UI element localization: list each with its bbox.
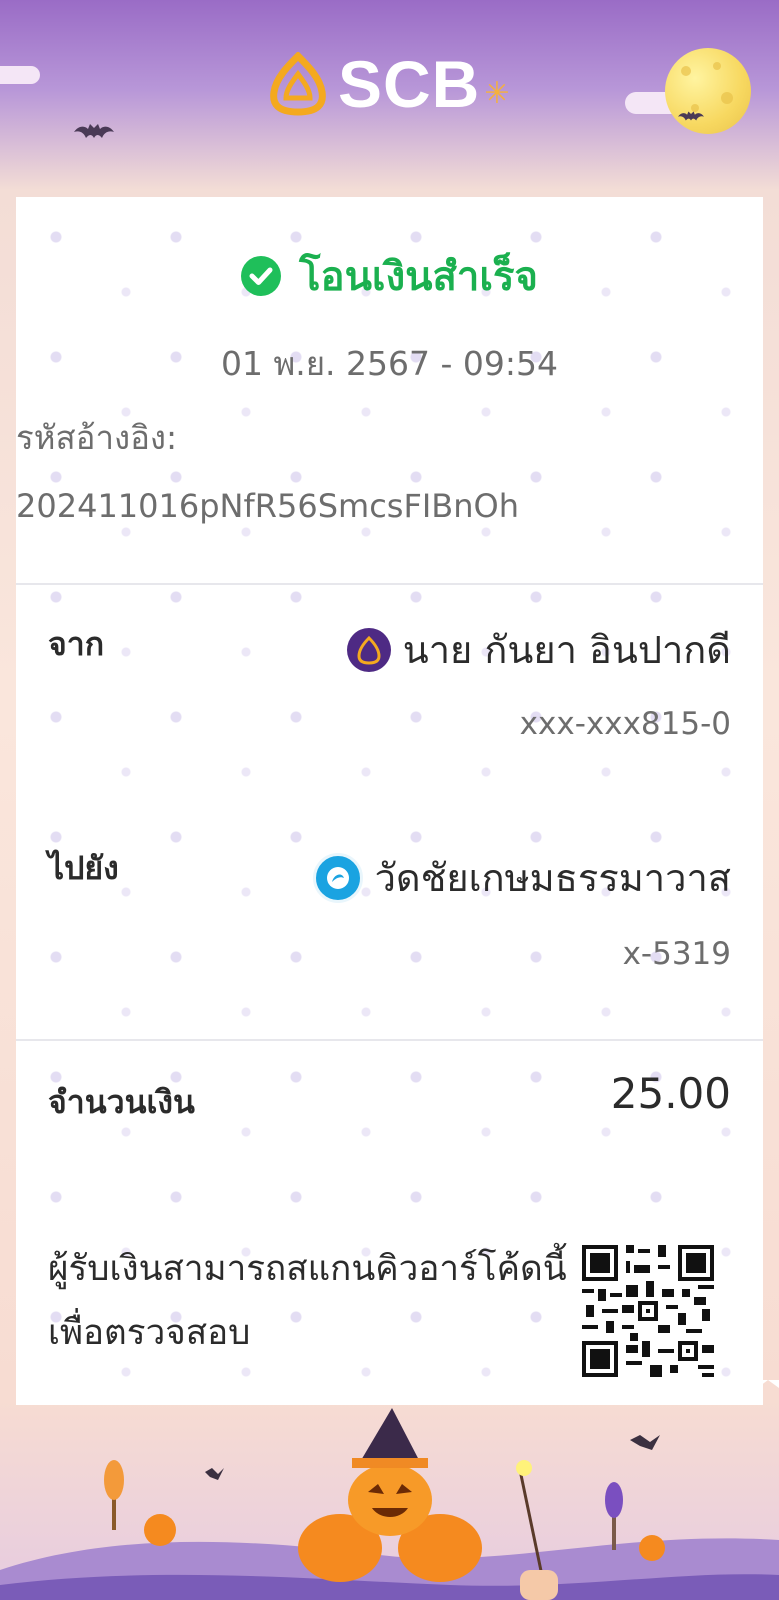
- to-name: วัดชัยเกษมธรรมาวาส: [374, 856, 731, 900]
- bat-icon: [678, 111, 704, 121]
- divider: [16, 1039, 763, 1041]
- reference-label: รหัสอ้างอิง:: [16, 418, 178, 457]
- scb-bank-icon: [346, 627, 391, 672]
- cloud-icon: [0, 66, 40, 84]
- to-account-number: x-5319: [622, 936, 731, 972]
- scb-logo: SCB ✳: [268, 47, 510, 121]
- header: SCB ✳: [0, 0, 779, 200]
- divider: [16, 583, 763, 585]
- pumpkin-icon: [639, 1535, 665, 1561]
- scb-logo-icon: [270, 52, 326, 116]
- brand-star-icon: ✳: [484, 75, 510, 111]
- status-row: โอนเงินสำเร็จ: [16, 244, 763, 308]
- receipt-card: โอนเงินสำเร็จ 01 พ.ย. 2567 - 09:54 รหัสอ…: [16, 197, 763, 1405]
- qr-verify-note: ผู้รับเงินสามารถสแกนคิวอาร์โค้ดนี้เพื่อต…: [48, 1249, 567, 1353]
- from-name: นาย กันยา อินปากดี: [402, 628, 731, 672]
- from-account-number: xxx-xxx815-0: [519, 706, 731, 742]
- from-account-block: นาย กันยา อินปากดี xxx-xxx815-0: [346, 619, 731, 742]
- bat-icon: [74, 124, 114, 138]
- to-label: ไปยัง: [48, 849, 119, 887]
- halloween-footer-illustration: [0, 1380, 779, 1600]
- status-text: โอนเงินสำเร็จ: [299, 254, 538, 300]
- verification-qr-code[interactable]: [582, 1245, 714, 1377]
- to-account-block: วัดชัยเกษมธรรมาวาส x-5319: [312, 847, 731, 972]
- from-label: จาก: [48, 625, 105, 663]
- reference-value: 202411016pNfR56SmcsFIBnOh: [16, 487, 519, 525]
- amount-label: จำนวนเงิน: [48, 1083, 195, 1121]
- brand-name: SCB: [338, 47, 481, 121]
- pumpkin-icon: [144, 1514, 176, 1546]
- pumpkin-icon: [298, 1408, 482, 1582]
- amount-value: 25.00: [610, 1069, 731, 1118]
- check-circle-icon: [241, 256, 282, 296]
- transaction-datetime: 01 พ.ย. 2567 - 09:54: [220, 344, 558, 383]
- ktb-bank-icon: [312, 852, 363, 903]
